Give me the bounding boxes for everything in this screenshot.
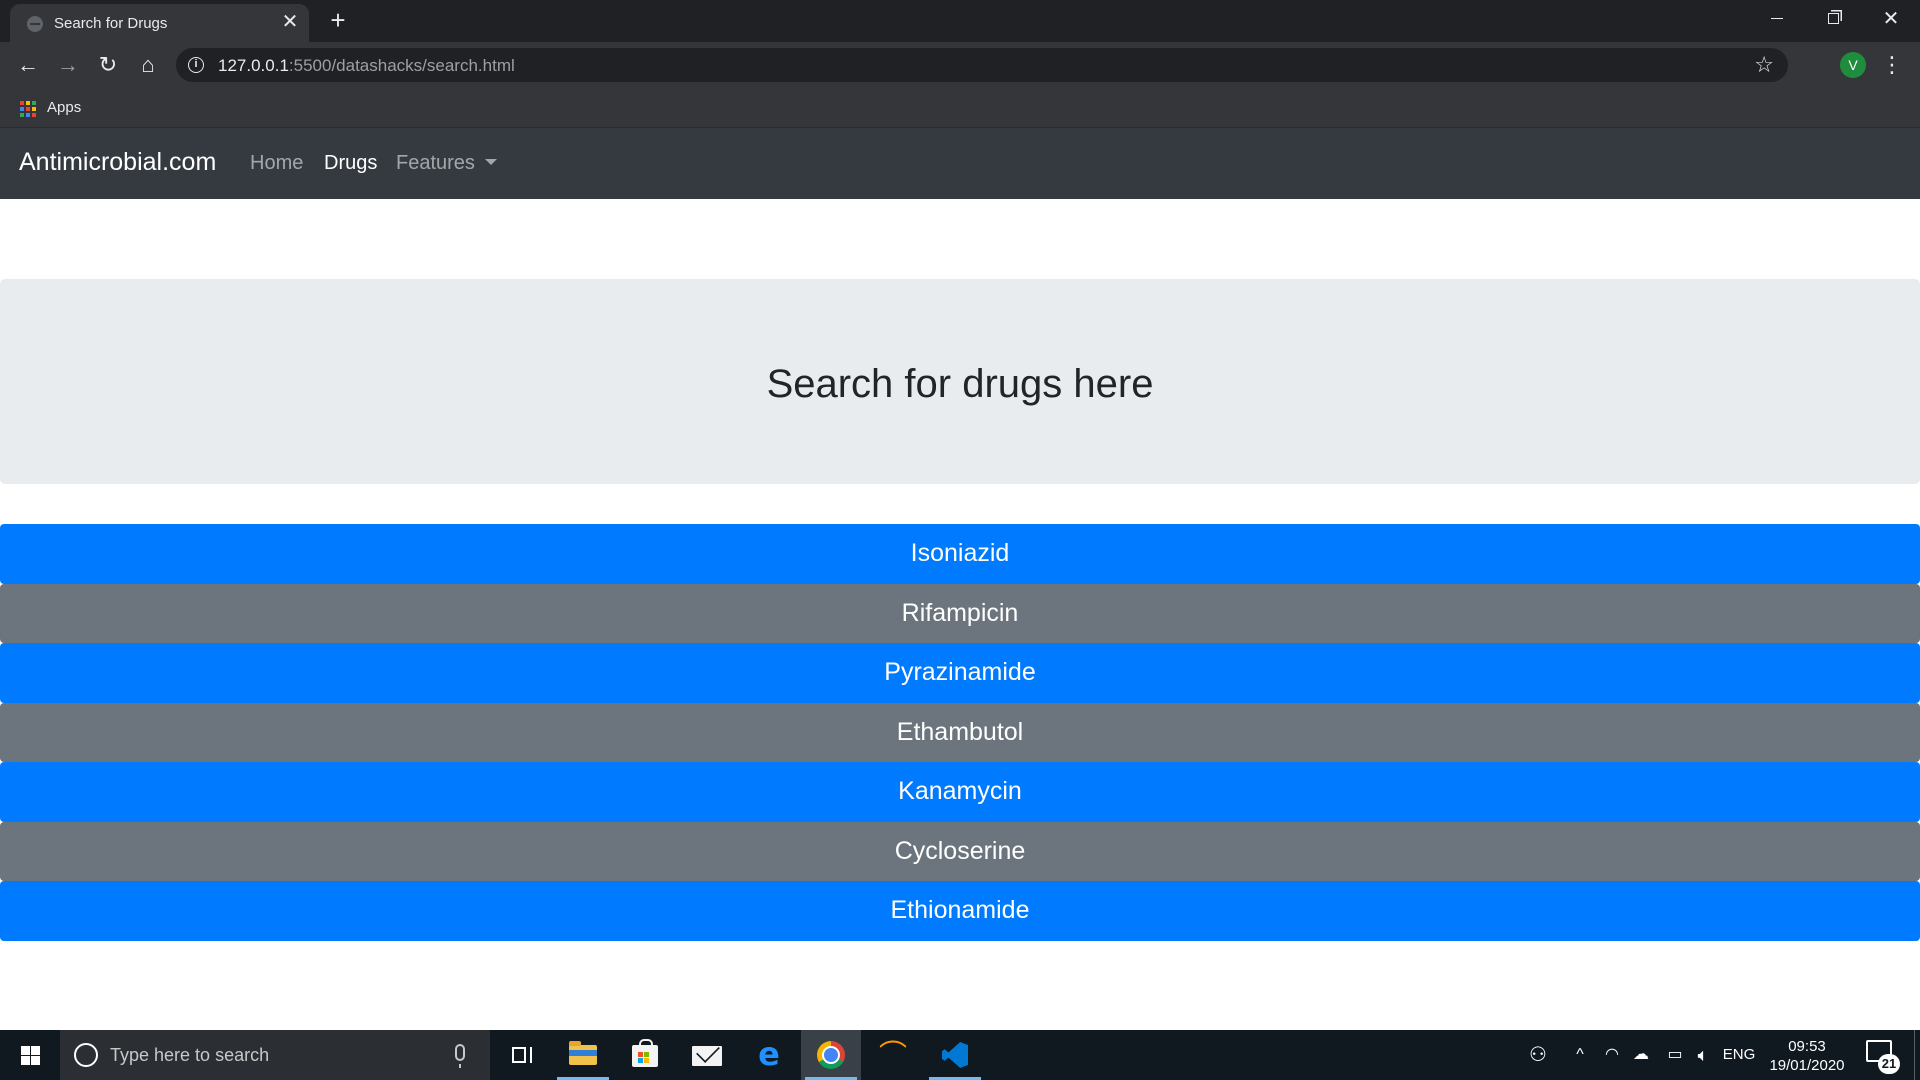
taskbar-search[interactable]: Type here to search [60, 1030, 490, 1080]
window-restore-button[interactable] [1805, 0, 1861, 38]
drug-button[interactable]: Ethambutol [0, 702, 1920, 762]
microsoft-store-icon[interactable] [615, 1030, 675, 1080]
battery-icon[interactable]: ▭ [1660, 1030, 1690, 1080]
onedrive-icon[interactable]: ☁ [1626, 1030, 1656, 1080]
drug-button[interactable]: Cycloserine [0, 821, 1920, 881]
chevron-up-icon[interactable]: ^ [1566, 1030, 1594, 1080]
window-close-button[interactable]: ✕ [1863, 0, 1919, 38]
clock-time: 09:53 [1788, 1038, 1826, 1055]
vscode-icon[interactable] [925, 1030, 985, 1080]
chrome-icon[interactable] [801, 1030, 861, 1080]
file-explorer-icon[interactable] [553, 1030, 613, 1080]
start-button[interactable] [0, 1030, 60, 1080]
microphone-icon[interactable] [455, 1044, 465, 1068]
drug-list: Isoniazid Rifampicin Pyrazinamide Ethambuto… [0, 524, 1920, 941]
clock-date: 19/01/2020 [1769, 1057, 1845, 1074]
kebab-menu-icon[interactable]: ⋮ [1880, 50, 1904, 80]
system-clock[interactable]: 09:53 19/01/2020 [1762, 1037, 1852, 1075]
apps-grid-icon[interactable] [20, 101, 36, 117]
address-bar[interactable]: i 127.0.0.1:5500/datashacks/search.html … [176, 48, 1788, 82]
apps-bookmark[interactable]: Apps [47, 99, 81, 116]
home-icon[interactable]: ⌂ [134, 51, 162, 79]
task-view-icon[interactable] [490, 1030, 550, 1080]
profile-avatar[interactable]: V [1840, 52, 1866, 78]
new-tab-button[interactable]: + [326, 6, 350, 34]
tab-title: Search for Drugs [54, 15, 168, 32]
drug-button[interactable]: Isoniazid [0, 524, 1920, 584]
drug-button[interactable]: Pyrazinamide [0, 643, 1920, 703]
mail-icon[interactable] [677, 1030, 737, 1080]
caret-down-icon [484, 158, 497, 165]
drug-button[interactable]: Kanamycin [0, 762, 1920, 822]
info-icon[interactable]: i [188, 57, 204, 73]
windows-taskbar: Type here to search e ⌒ ⚇ ^ ◠ ☁ ▭ 🔈︎ ENG… [0, 1030, 1920, 1080]
sublime-text-icon[interactable]: ⌒ [863, 1030, 923, 1080]
people-icon[interactable]: ⚇ [1520, 1030, 1556, 1080]
taskbar-search-placeholder: Type here to search [110, 1045, 270, 1065]
jumbotron: Search for drugs here [0, 279, 1920, 484]
site-navbar: Antimicrobial.com Home Drugs Features [0, 128, 1920, 199]
window-minimize-button[interactable] [1749, 0, 1805, 38]
drug-button[interactable]: Ethionamide [0, 881, 1920, 941]
reload-icon[interactable]: ↻ [94, 51, 122, 79]
windows-logo-icon [21, 1046, 40, 1065]
url-host: 127.0.0.1 [218, 56, 289, 75]
nav-link-features[interactable]: Features [396, 152, 497, 175]
page-title: Search for drugs here [766, 362, 1154, 406]
cortana-icon [74, 1043, 98, 1067]
browser-tab-active[interactable]: Search for Drugs ✕ [10, 4, 309, 42]
show-desktop-button[interactable] [1914, 1030, 1920, 1080]
browser-tab-strip: Search for Drugs ✕ + ✕ [0, 0, 1920, 42]
browser-toolbar: ← → ↻ ⌂ i 127.0.0.1:5500/datashacks/sear… [0, 42, 1920, 88]
nav-features-label: Features [396, 152, 475, 174]
nav-link-home[interactable]: Home [250, 152, 303, 175]
url-text[interactable]: 127.0.0.1:5500/datashacks/search.html [218, 56, 515, 76]
input-language[interactable]: ENG [1720, 1030, 1758, 1080]
globe-icon [27, 16, 43, 32]
navbar-brand[interactable]: Antimicrobial.com [19, 148, 216, 177]
edge-icon[interactable]: e [739, 1030, 799, 1080]
url-path: :5500/datashacks/search.html [288, 56, 515, 75]
back-arrow-icon[interactable]: ← [14, 51, 42, 79]
drug-button[interactable]: Rifampicin [0, 583, 1920, 643]
forward-arrow-icon[interactable]: → [54, 51, 82, 79]
tab-close-icon[interactable]: ✕ [280, 12, 300, 32]
nav-link-drugs[interactable]: Drugs [324, 152, 377, 175]
bookmarks-bar: Apps [0, 88, 1920, 128]
bookmark-star-icon[interactable]: ☆ [1754, 52, 1774, 78]
wifi-icon[interactable]: ◠ [1598, 1030, 1626, 1080]
notification-count-badge: 21 [1878, 1054, 1900, 1074]
volume-icon[interactable]: 🔈︎ [1688, 1030, 1718, 1080]
